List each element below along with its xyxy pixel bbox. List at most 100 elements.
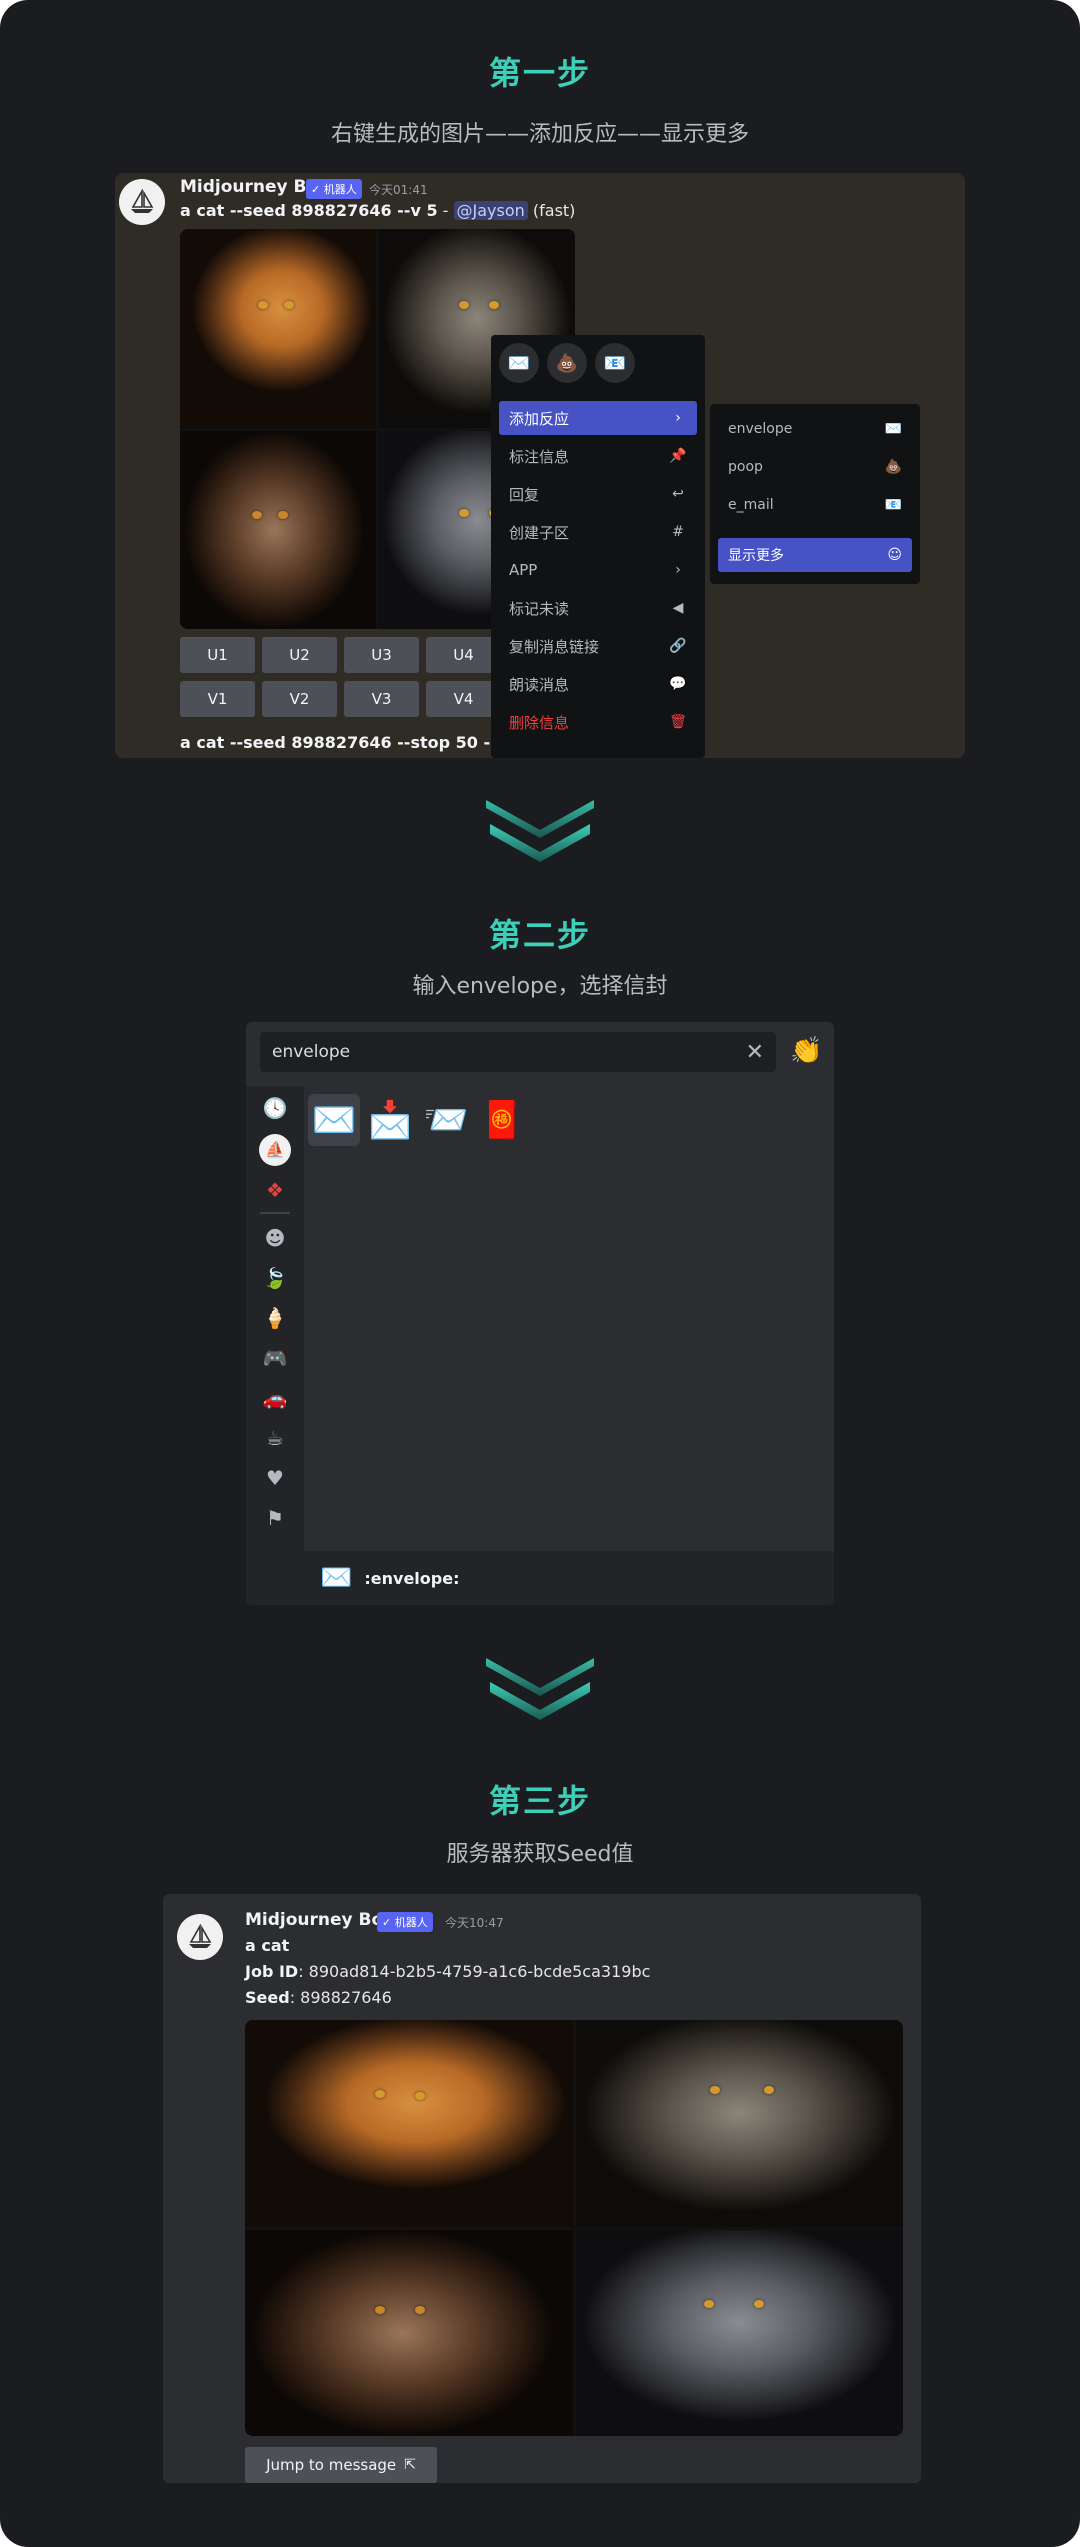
clock-icon[interactable]: 🕓 xyxy=(246,1096,304,1120)
gamepad-icon[interactable]: 🎮 xyxy=(246,1346,304,1370)
bot-avatar[interactable] xyxy=(119,179,165,225)
u1-button[interactable]: U1 xyxy=(180,637,255,673)
coffee-icon[interactable]: ☕ xyxy=(246,1426,304,1450)
bot-name[interactable]: Midjourney Bot xyxy=(245,1910,391,1930)
prompt-line: a cat --seed 898827646 --v 5 - @Jayson (… xyxy=(180,201,575,220)
thread-icon: # xyxy=(672,524,684,540)
emoji-more-icon: ☺ xyxy=(887,547,902,563)
envelope-icon[interactable]: ✉️ xyxy=(308,1094,360,1146)
v3-button[interactable]: V3 xyxy=(344,681,419,717)
seed-value: : 898827646 xyxy=(289,1988,392,2007)
e-mail-icon[interactable]: 📧 xyxy=(595,343,635,383)
emoji-search-input[interactable]: envelope ✕ xyxy=(260,1032,776,1072)
u4-button[interactable]: U4 xyxy=(426,637,501,673)
prompt-sep: - xyxy=(437,201,454,220)
sailboat-icon xyxy=(131,189,154,213)
menu-label: 创建子区 xyxy=(509,523,570,542)
bottom-prompt-line: a cat --seed 898827646 --stop 50 --v 5 xyxy=(180,733,524,752)
cat-image-2[interactable] xyxy=(575,2020,903,2227)
external-link-icon: ⇱ xyxy=(404,2457,416,2473)
menu-delete-message[interactable]: 删除信息 🗑 xyxy=(499,705,697,739)
envelope-with-arrow-icon[interactable]: 📩 xyxy=(364,1094,416,1146)
timestamp: 今天10:47 xyxy=(445,1916,504,1930)
user-mention[interactable]: @Jayson xyxy=(453,201,528,220)
v4-button[interactable]: V4 xyxy=(426,681,501,717)
incoming-envelope-icon[interactable]: 📨 xyxy=(420,1094,472,1146)
menu-speak-message[interactable]: 朗读消息 💬 xyxy=(499,667,697,701)
reply-icon: ↩ xyxy=(672,486,684,502)
menu-apps[interactable]: APP › xyxy=(499,553,697,587)
u3-button[interactable]: U3 xyxy=(344,637,419,673)
menu-label: 朗读消息 xyxy=(509,675,570,694)
menu-mark-unread[interactable]: 标记未读 ◀ xyxy=(499,591,697,625)
reaction-submenu: envelope ✉️ poop 💩 e_mail 📧 显示更多 ☺ xyxy=(710,404,920,584)
menu-add-reaction[interactable]: 添加反应 › xyxy=(499,401,697,435)
v1-button[interactable]: V1 xyxy=(180,681,255,717)
submenu-label: envelope xyxy=(728,421,793,437)
job-id-line: Job ID: 890ad814-b2b5-4759-a1c6-bcde5ca3… xyxy=(245,1962,650,1981)
flag-icon: ◀ xyxy=(672,600,684,616)
speech-icon: 💬 xyxy=(669,676,687,692)
emoji-results: ✉️ 📩 📨 🧧 xyxy=(304,1086,834,1541)
emoji-picker: envelope ✕ 👏 🕓 ⛵ ❖ ☻ 🍃 🍦 🎮 🚗 ☕ ♥ ⚑ ✉️ 📩 … xyxy=(246,1022,834,1605)
cat-image-grid[interactable] xyxy=(245,2020,903,2436)
smiley-icon[interactable]: ☻ xyxy=(246,1226,304,1250)
menu-copy-link[interactable]: 复制消息链接 🔗 xyxy=(499,629,697,663)
envelope-icon[interactable]: ✉️ xyxy=(499,343,539,383)
bot-name[interactable]: Midjourney Bot xyxy=(180,177,326,197)
server-logo-icon[interactable]: ❖ xyxy=(246,1178,304,1202)
pin-icon: 📌 xyxy=(669,448,687,464)
search-value: envelope xyxy=(272,1042,351,1062)
close-icon[interactable]: ✕ xyxy=(746,1040,764,1065)
step1-screenshot: Midjourney Bot ✓ 机器人 今天01:41 a cat --see… xyxy=(115,173,965,758)
step3-title: 第三步 xyxy=(488,1782,591,1820)
chevron-right-icon: › xyxy=(675,410,681,426)
cat-image-1[interactable] xyxy=(180,229,376,428)
step2-desc: 输入envelope，选择信封 xyxy=(412,974,668,999)
seed-label: Seed xyxy=(245,1988,290,2007)
cat-image-4[interactable] xyxy=(575,2229,903,2436)
bot-avatar[interactable] xyxy=(177,1914,223,1960)
menu-reply[interactable]: 回复 ↩ xyxy=(499,477,697,511)
job-id-label: Job ID xyxy=(245,1962,299,1981)
timestamp: 今天01:41 xyxy=(369,183,428,197)
flag-icon[interactable]: ⚑ xyxy=(246,1506,304,1530)
car-icon[interactable]: 🚗 xyxy=(246,1386,304,1410)
server-avatar-icon[interactable]: ⛵ xyxy=(246,1134,304,1166)
trash-icon: 🗑 xyxy=(669,714,687,730)
submenu-envelope[interactable]: envelope ✉️ xyxy=(718,412,912,446)
emoji-preview-name: :envelope: xyxy=(364,1568,460,1588)
step2-title: 第二步 xyxy=(488,916,591,954)
v2-button[interactable]: V2 xyxy=(262,681,337,717)
submenu-label: 显示更多 xyxy=(728,548,784,564)
jump-to-message-button[interactable]: Jump to message ⇱ xyxy=(245,2447,437,2483)
submenu-show-more[interactable]: 显示更多 ☺ xyxy=(718,538,912,572)
clap-icon[interactable]: 👏 xyxy=(790,1036,822,1066)
menu-label: 添加反应 xyxy=(509,409,570,428)
step3-desc: 服务器获取Seed值 xyxy=(446,1842,634,1867)
heart-icon[interactable]: ♥ xyxy=(246,1466,304,1490)
leaf-icon[interactable]: 🍃 xyxy=(246,1266,304,1290)
u2-button[interactable]: U2 xyxy=(262,637,337,673)
submenu-e-mail[interactable]: e_mail 📧 xyxy=(718,488,912,522)
step1-desc: 右键生成的图片——添加反应——显示更多 xyxy=(330,122,749,147)
cat-image-3[interactable] xyxy=(180,430,376,629)
submenu-label: poop xyxy=(728,459,763,475)
chevron-down-icon xyxy=(486,1658,594,1720)
popsicle-icon[interactable]: 🍦 xyxy=(246,1306,304,1330)
red-envelope-icon[interactable]: 🧧 xyxy=(476,1094,528,1146)
envelope-icon: ✉️ xyxy=(884,421,902,437)
tutorial-page: 第一步 右键生成的图片——添加反应——显示更多 Midjourney Bot ✓… xyxy=(0,0,1080,2547)
cat-image-3[interactable] xyxy=(245,2229,573,2436)
menu-pin-message[interactable]: 标注信息 📌 xyxy=(499,439,697,473)
poop-icon[interactable]: 💩 xyxy=(547,343,587,383)
submenu-poop[interactable]: poop 💩 xyxy=(718,450,912,484)
menu-create-thread[interactable]: 创建子区 # xyxy=(499,515,697,549)
chevron-down-icon xyxy=(486,800,594,862)
job-id-value: : 890ad814-b2b5-4759-a1c6-bcde5ca319bc xyxy=(298,1962,651,1981)
mode-text: (fast) xyxy=(527,201,576,220)
menu-label: 复制消息链接 xyxy=(509,637,600,656)
step3-screenshot: Midjourney Bot ✓ 机器人 今天10:47 a cat Job I… xyxy=(163,1894,921,2483)
cat-image-1[interactable] xyxy=(245,2020,573,2227)
context-menu: ✉️ 💩 📧 添加反应 › 标注信息 📌 回复 ↩ 创建子区 # APP › 标记未读 ◀ … xyxy=(491,335,705,758)
